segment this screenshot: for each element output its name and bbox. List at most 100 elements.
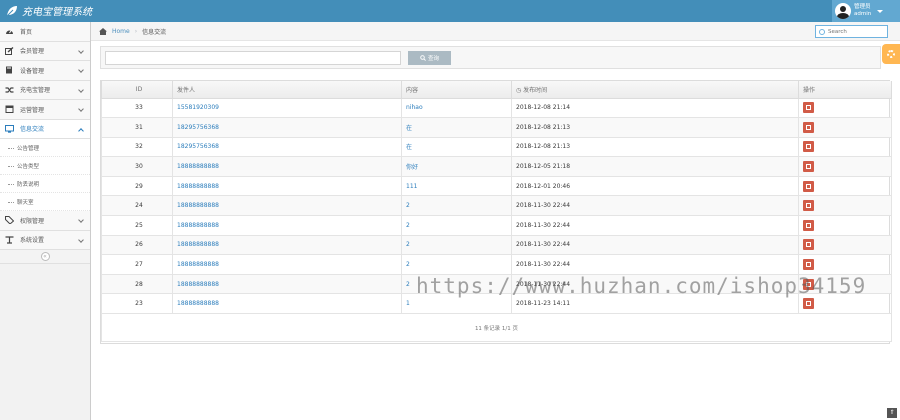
- sidebar-item-system-settings[interactable]: 系统设置: [0, 230, 90, 250]
- sidebar-item-messages[interactable]: 信息交流: [0, 119, 90, 139]
- column-header-id[interactable]: ID: [101, 81, 173, 99]
- sidebar-subitem-chatroom[interactable]: 聊天室: [0, 193, 90, 211]
- sidebar-collapse-button[interactable]: «: [40, 252, 50, 261]
- sidebar-item-label: 系统设置: [20, 237, 45, 245]
- filter-input[interactable]: [105, 51, 401, 65]
- cell-time: 2018-11-30 22:44: [511, 195, 799, 217]
- content-link[interactable]: 1: [406, 300, 410, 307]
- cell-content: 2: [401, 273, 512, 295]
- cell-sender: 18888888888: [172, 156, 402, 177]
- cell-id: 28: [101, 273, 173, 295]
- delete-button[interactable]: [803, 239, 814, 251]
- column-header-sender[interactable]: 发件人: [172, 81, 402, 99]
- content-link[interactable]: 你好: [406, 164, 418, 171]
- content-link[interactable]: 2: [406, 222, 410, 229]
- search-icon: [819, 28, 825, 35]
- sender-link[interactable]: 18295756368: [177, 124, 219, 131]
- sidebar-item-members[interactable]: 会员管理: [0, 41, 90, 61]
- sender-link[interactable]: 18888888888: [177, 261, 219, 268]
- settings-button[interactable]: [882, 44, 900, 64]
- content-link[interactable]: 2: [406, 281, 410, 288]
- sidebar-item-label: 设备管理: [20, 67, 45, 75]
- scroll-top-button[interactable]: ⇑: [887, 408, 897, 418]
- cell-content: 111: [401, 175, 512, 197]
- cell-content: 在: [401, 136, 512, 158]
- delete-button[interactable]: [803, 259, 814, 271]
- sender-link[interactable]: 18888888888: [177, 222, 219, 229]
- cell-sender: 15581920309: [172, 97, 402, 119]
- sender-link[interactable]: 18888888888: [177, 183, 219, 190]
- trash-icon: [806, 164, 811, 170]
- delete-button[interactable]: [803, 298, 814, 310]
- sender-link[interactable]: 15581920309: [177, 104, 219, 111]
- delete-button[interactable]: [803, 141, 814, 153]
- nav-search-input[interactable]: [828, 28, 884, 35]
- sidebar-item-devices[interactable]: 设备管理: [0, 61, 90, 81]
- sender-link[interactable]: 18888888888: [177, 202, 219, 209]
- trash-icon: [806, 242, 811, 248]
- content-link[interactable]: 111: [406, 183, 417, 190]
- delete-button[interactable]: [803, 278, 814, 290]
- dashboard-icon: [6, 29, 13, 35]
- cell-actions: [798, 254, 892, 275]
- cell-id: 30: [101, 156, 173, 177]
- cell-sender: 18888888888: [172, 254, 402, 275]
- sidebar-item-powerbank[interactable]: 充电宝管理: [0, 80, 90, 100]
- column-header-content[interactable]: 内容: [401, 81, 512, 99]
- table-row: 32 18295756368 在 2018-12-08 21:13: [101, 136, 892, 158]
- query-button[interactable]: 查询: [408, 51, 451, 65]
- table-row: 31 18295756368 在 2018-12-08 21:13: [101, 117, 892, 138]
- cell-id: 33: [101, 97, 173, 119]
- cell-actions: [798, 97, 892, 119]
- content-link[interactable]: 2: [406, 241, 410, 248]
- sidebar-item-label: 会员管理: [20, 48, 45, 56]
- cell-sender: 18888888888: [172, 273, 402, 295]
- user-menu[interactable]: 管理员 admin: [832, 0, 900, 22]
- delete-button[interactable]: [803, 180, 814, 192]
- sender-link[interactable]: 18888888888: [177, 300, 219, 307]
- brand[interactable]: 充电宝管理系统: [6, 3, 92, 18]
- desktop-icon: [5, 124, 14, 133]
- delete-button[interactable]: [803, 219, 814, 231]
- content-link[interactable]: 在: [406, 125, 412, 132]
- chevron-down-icon: [78, 106, 84, 112]
- cell-time: 2018-12-08 21:13: [511, 117, 799, 138]
- delete-button[interactable]: [803, 161, 814, 173]
- sender-link[interactable]: 18888888888: [177, 241, 219, 248]
- cell-actions: [798, 136, 892, 158]
- sidebar-subitem-announcement-types[interactable]: 公告类型: [0, 157, 90, 175]
- tag-icon: [5, 216, 14, 225]
- cell-time: 2018-12-08 21:14: [511, 97, 799, 119]
- sidebar-item-label: 充电宝管理: [20, 87, 51, 95]
- cell-id: 27: [101, 254, 173, 275]
- shuffle-icon: [5, 87, 14, 93]
- delete-button[interactable]: [803, 102, 814, 114]
- sidebar-subitem-anti-loss[interactable]: 防丢说明: [0, 175, 90, 193]
- cell-actions: [798, 195, 892, 217]
- cell-actions: [798, 117, 892, 138]
- brand-title: 充电宝管理系统: [22, 7, 92, 18]
- delete-button[interactable]: [803, 200, 814, 212]
- content-link[interactable]: 在: [406, 144, 412, 151]
- content-link[interactable]: 2: [406, 202, 410, 209]
- sender-link[interactable]: 18888888888: [177, 163, 219, 170]
- content-link[interactable]: 2: [406, 261, 410, 268]
- cell-actions: [798, 156, 892, 177]
- trash-icon: [806, 262, 811, 268]
- delete-button[interactable]: [803, 121, 814, 133]
- edit-icon: [5, 46, 14, 55]
- column-header-time[interactable]: ◷ 发布时间: [511, 81, 799, 99]
- sidebar-item-home[interactable]: 首页: [0, 22, 90, 42]
- sender-link[interactable]: 18295756368: [177, 143, 219, 150]
- message-table: ID 发件人 内容 ◷ 发布时间 操作 33 15581920309 nihao 20…: [100, 80, 892, 344]
- sidebar-item-operations[interactable]: 运营管理: [0, 100, 90, 120]
- content-link[interactable]: nihao: [406, 104, 423, 111]
- sender-link[interactable]: 18888888888: [177, 281, 219, 288]
- trash-icon: [806, 301, 811, 307]
- breadcrumb-home-link[interactable]: Home: [112, 28, 130, 35]
- sidebar-subitem-announcements[interactable]: 公告管理: [0, 139, 90, 157]
- cell-sender: 18888888888: [172, 195, 402, 217]
- sidebar-item-permissions[interactable]: 权限管理: [0, 211, 90, 231]
- gear-icon: [887, 50, 895, 58]
- chevron-down-icon: [78, 86, 84, 93]
